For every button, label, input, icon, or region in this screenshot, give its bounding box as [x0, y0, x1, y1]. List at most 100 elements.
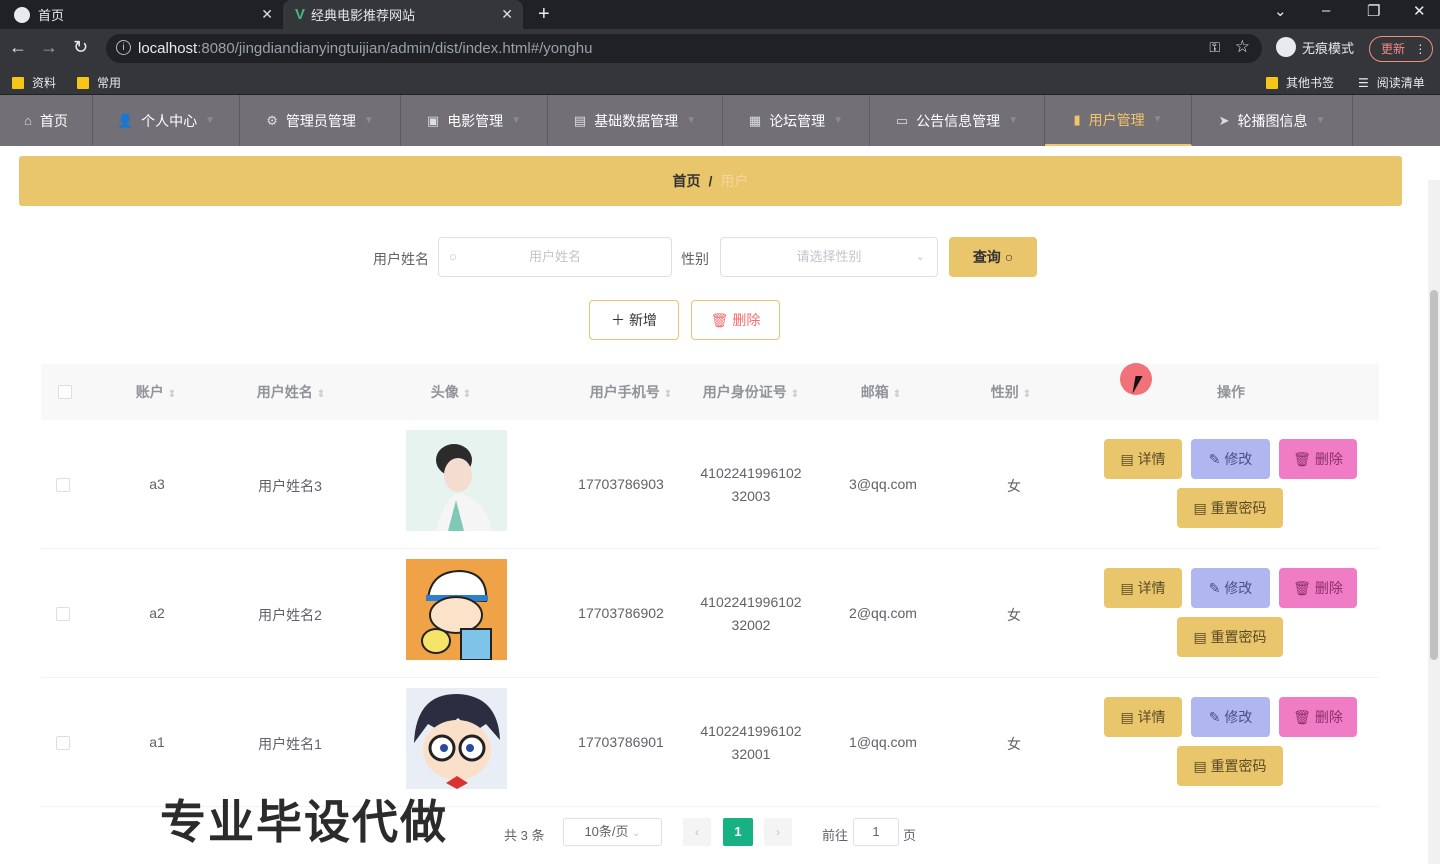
- browser-tab-active[interactable]: V 经典电影推荐网站 ✕: [283, 0, 523, 29]
- prev-page-button[interactable]: ‹: [683, 818, 711, 846]
- column-label: 头像: [430, 384, 459, 400]
- url-bar[interactable]: i localhost:8080/jingdiandianyingtuijian…: [106, 34, 1262, 63]
- column-name[interactable]: 用户姓名 ⇕: [231, 364, 351, 420]
- chevron-down-icon: ▼: [1152, 114, 1163, 125]
- reset-password-button[interactable]: ▤ 重置密码: [1177, 617, 1283, 657]
- column-actions: 操作: [1181, 364, 1281, 420]
- home-icon: ⌂: [24, 113, 32, 128]
- goto-page-input[interactable]: 1: [853, 818, 899, 846]
- add-button[interactable]: ＋ 新增: [589, 300, 679, 340]
- column-gender[interactable]: 性别 ⇕: [961, 364, 1061, 420]
- nav-item-admin[interactable]: ⚙ 管理员管理 ▼: [240, 95, 401, 146]
- nav-label: 论坛管理: [769, 112, 826, 129]
- breadcrumb-home[interactable]: 首页: [673, 173, 701, 189]
- pagination-total: 共 3 条: [504, 828, 545, 843]
- reset-password-button[interactable]: ▤ 重置密码: [1177, 488, 1283, 528]
- column-avatar[interactable]: 头像 ⇕: [401, 364, 501, 420]
- detail-button[interactable]: ▤ 详情: [1104, 439, 1182, 479]
- document-icon: ▦: [748, 112, 762, 128]
- cell-account: a1: [149, 734, 165, 750]
- tab-search-icon[interactable]: ⌄: [1274, 2, 1287, 20]
- send-icon: ➤: [1218, 112, 1230, 128]
- url-host: localhost: [138, 40, 198, 57]
- reload-icon[interactable]: ↻: [73, 37, 88, 58]
- next-page-button[interactable]: ›: [764, 818, 792, 846]
- database-icon: ▤: [573, 112, 587, 128]
- column-email[interactable]: 邮箱 ⇕: [831, 364, 931, 420]
- batch-delete-button[interactable]: 🗑 删除: [691, 300, 780, 340]
- vue-logo-icon: V: [295, 6, 306, 23]
- reset-password-button[interactable]: ▤ 重置密码: [1177, 746, 1283, 786]
- nav-item-profile[interactable]: 👤 个人中心 ▼: [93, 95, 240, 146]
- avatar-image: [406, 688, 507, 789]
- watermark-text: 专业毕设代做: [160, 796, 448, 848]
- page-number-current[interactable]: 1: [723, 818, 753, 846]
- row-checkbox[interactable]: [56, 607, 70, 621]
- gender-select[interactable]: 请选择性别 ⌄: [720, 237, 938, 277]
- nav-item-carousel[interactable]: ➤ 轮播图信息 ▼: [1192, 95, 1353, 146]
- query-label: 查询: [972, 249, 1001, 265]
- edit-button[interactable]: ✎ 修改: [1191, 439, 1270, 479]
- close-icon[interactable]: ✕: [261, 6, 273, 23]
- sort-icon[interactable]: ⇕: [664, 389, 672, 400]
- select-all-checkbox[interactable]: [58, 385, 72, 399]
- url-path: :8080/jingdiandianyingtuijian/admin/dist…: [197, 40, 593, 57]
- new-tab-button[interactable]: +: [538, 3, 550, 26]
- browser-tab-home[interactable]: 首页 ✕: [0, 0, 283, 29]
- reading-list-icon: ☰: [1358, 75, 1369, 90]
- nav-item-movie[interactable]: ▣ 电影管理 ▼: [401, 95, 548, 146]
- bookmarks-bar: 资料 常用 其他书签 ☰ 阅读清单: [0, 68, 1440, 95]
- row-checkbox[interactable]: [56, 736, 70, 750]
- name-search-input[interactable]: ○ 用户姓名: [438, 237, 672, 277]
- id-line: 4102241996102: [700, 594, 802, 610]
- sort-icon[interactable]: ⇕: [1023, 389, 1031, 400]
- sort-icon[interactable]: ⇕: [791, 389, 799, 400]
- reading-list[interactable]: ☰ 阅读清单: [1358, 74, 1425, 91]
- close-icon[interactable]: ✕: [501, 6, 513, 23]
- info-icon[interactable]: i: [116, 40, 131, 55]
- bookmark-folder[interactable]: 常用: [77, 74, 121, 91]
- url-text[interactable]: localhost:8080/jingdiandianyingtuijian/a…: [138, 40, 592, 57]
- nav-item-home[interactable]: ⌂ 首页: [0, 95, 93, 146]
- page-size-select[interactable]: 10条/页 ⌄: [563, 818, 662, 846]
- other-bookmarks[interactable]: 其他书签: [1266, 74, 1334, 91]
- update-button[interactable]: 更新 ⋮: [1369, 36, 1433, 62]
- row-checkbox[interactable]: [56, 478, 70, 492]
- column-id-number[interactable]: 用户身份证号 ⇕: [691, 364, 811, 420]
- back-icon[interactable]: ←: [9, 37, 27, 58]
- detail-button[interactable]: ▤ 详情: [1104, 568, 1182, 608]
- query-button[interactable]: 查询 ○: [949, 237, 1037, 277]
- bookmark-folder[interactable]: 资料: [12, 74, 56, 91]
- nav-item-notice[interactable]: ▭ 公告信息管理 ▼: [870, 95, 1045, 146]
- detail-label: 详情: [1137, 709, 1166, 725]
- detail-button[interactable]: ▤ 详情: [1104, 697, 1182, 737]
- nav-item-basic-data[interactable]: ▤ 基础数据管理 ▼: [548, 95, 723, 146]
- star-icon[interactable]: ☆: [1235, 37, 1250, 57]
- delete-button[interactable]: 🗑 删除: [1279, 568, 1357, 608]
- window-close-icon[interactable]: ✕: [1413, 2, 1426, 20]
- sort-icon[interactable]: ⇕: [168, 389, 176, 400]
- nav-item-users[interactable]: ▮ 用户管理 ▼: [1045, 95, 1192, 146]
- key-icon[interactable]: ⚿: [1209, 39, 1220, 56]
- delete-button[interactable]: 🗑 删除: [1279, 439, 1357, 479]
- sort-icon[interactable]: ⇕: [463, 389, 471, 400]
- bookmark-label: 资料: [32, 76, 57, 90]
- minimize-icon[interactable]: –: [1322, 2, 1330, 19]
- edit-label: 修改: [1224, 580, 1253, 596]
- id-line: 4102241996102: [700, 465, 802, 481]
- column-account[interactable]: 账户 ⇕: [101, 364, 211, 420]
- nav-label: 基础数据管理: [594, 112, 679, 129]
- nav-item-forum[interactable]: ▦ 论坛管理 ▼: [723, 95, 870, 146]
- sort-icon[interactable]: ⇕: [317, 389, 325, 400]
- restore-icon[interactable]: ❐: [1367, 2, 1380, 20]
- sort-icon[interactable]: ⇕: [893, 389, 901, 400]
- edit-button[interactable]: ✎ 修改: [1191, 568, 1270, 608]
- delete-button[interactable]: 🗑 删除: [1279, 697, 1357, 737]
- edit-button[interactable]: ✎ 修改: [1191, 697, 1270, 737]
- detail-label: 详情: [1137, 580, 1166, 596]
- incognito-indicator[interactable]: 无痕模式: [1276, 37, 1354, 57]
- reset-label: 重置密码: [1210, 629, 1267, 645]
- scrollbar-thumb[interactable]: [1430, 290, 1438, 660]
- column-phone[interactable]: 用户手机号 ⇕: [561, 364, 701, 420]
- forward-icon[interactable]: →: [40, 37, 58, 58]
